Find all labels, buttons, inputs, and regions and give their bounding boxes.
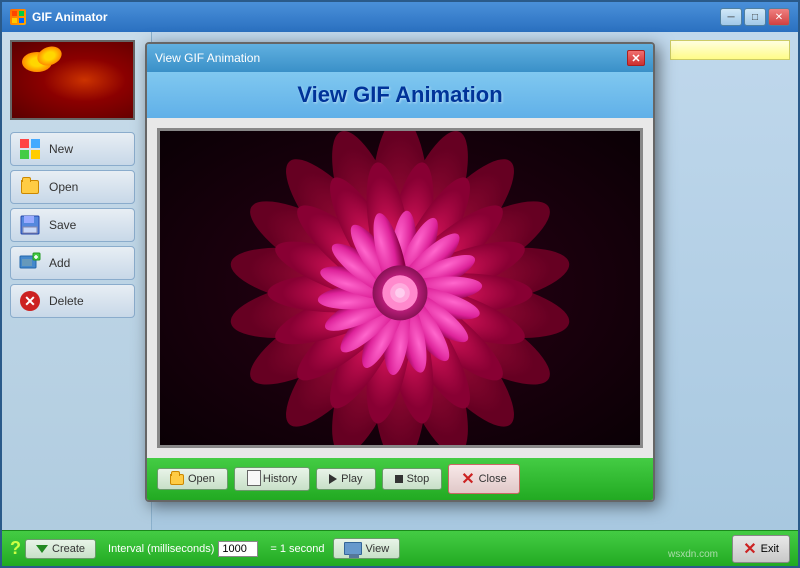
- title-controls: ─ □ ✕: [720, 8, 790, 26]
- play-icon: [329, 474, 337, 484]
- close-window-button[interactable]: ✕: [768, 8, 790, 26]
- modal-stop-label: Stop: [407, 473, 430, 485]
- modal-play-button[interactable]: Play: [316, 468, 375, 490]
- app-title: GIF Animator: [32, 10, 108, 24]
- close-icon: ✕: [461, 469, 474, 489]
- title-bar: GIF Animator ─ □ ✕: [2, 2, 798, 32]
- modal-dialog: View GIF Animation ✕ View GIF Animation: [145, 42, 655, 502]
- gif-display: [157, 128, 643, 448]
- main-window: GIF Animator ─ □ ✕ ssuitesoft.com: [0, 0, 800, 568]
- modal-stop-button[interactable]: Stop: [382, 468, 443, 490]
- app-content: ssuitesoft.com: [2, 32, 798, 566]
- modal-history-label: History: [263, 473, 297, 485]
- modal-open-label: Open: [188, 473, 215, 485]
- modal-body: [147, 118, 653, 458]
- modal-close-label: Close: [479, 473, 507, 485]
- modal-play-label: Play: [341, 473, 362, 485]
- modal-open-button[interactable]: Open: [157, 468, 228, 490]
- history-icon: [247, 472, 259, 486]
- modal-overlay: View GIF Animation ✕ View GIF Animation: [2, 32, 798, 566]
- modal-footer: Open History Play Stop ✕: [147, 458, 653, 500]
- modal-header-title: View GIF Animation: [157, 82, 643, 108]
- modal-close-button[interactable]: ✕: [627, 50, 645, 66]
- stop-icon: [395, 475, 403, 483]
- modal-history-button[interactable]: History: [234, 467, 310, 491]
- app-icon: [10, 9, 26, 25]
- maximize-button[interactable]: □: [744, 8, 766, 26]
- folder-icon: [170, 474, 184, 485]
- modal-title-bar: View GIF Animation ✕: [147, 44, 653, 72]
- minimize-button[interactable]: ─: [720, 8, 742, 26]
- modal-title: View GIF Animation: [155, 51, 260, 65]
- modal-header: View GIF Animation: [147, 72, 653, 118]
- title-bar-left: GIF Animator: [10, 9, 108, 25]
- modal-footer-close-button[interactable]: ✕ Close: [448, 464, 520, 494]
